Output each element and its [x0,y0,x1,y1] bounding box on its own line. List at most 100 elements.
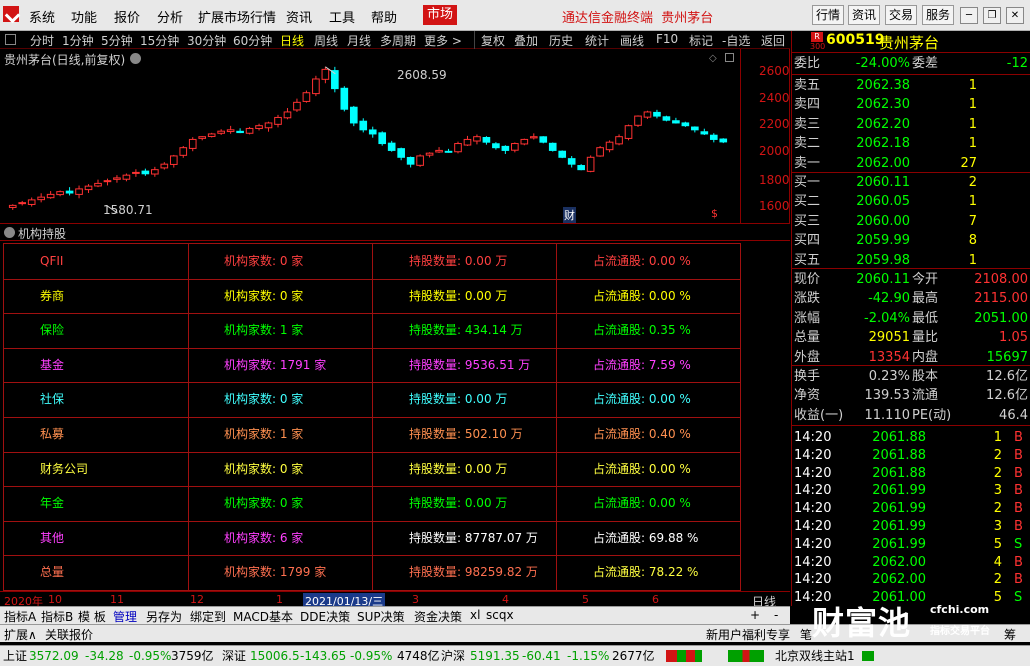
tab-chou[interactable]: 筹 [1004,626,1016,643]
menu-help[interactable]: 帮助 [371,7,397,26]
tool-f10[interactable]: F10 [656,32,678,46]
tick-direction: B [1014,483,1023,499]
tick-price: 2061.99 [872,519,926,534]
minimize-icon[interactable]: ─ [960,7,978,24]
tab-indicator-b[interactable]: 指标B [41,608,73,625]
tick-row: 14:20 2061.99 5 S [792,535,1030,554]
bid-label: 买四 [794,233,821,249]
tab-indicator-a[interactable]: 指标A [4,608,36,625]
tab-related-quotes[interactable]: 关联报价 [45,626,93,643]
period-30min[interactable]: 30分钟 [187,32,226,49]
remove-tab-button[interactable]: - [774,608,778,622]
bid-row[interactable]: 买二 2060.05 1 [792,192,1030,211]
kline-chart-area[interactable]: 贵州茅台(日线,前复权) ◇ 2608.59 1580.71 财 $ 2600 … [0,49,790,223]
period-5min[interactable]: 5分钟 [101,32,133,49]
trade-button[interactable]: 交易 [885,5,917,25]
candle-body [586,156,595,172]
close-icon[interactable]: ✕ [1006,7,1024,24]
tool-self-select[interactable]: -自选 [722,32,750,49]
bid-row[interactable]: 买一 2060.11 2 [792,173,1030,192]
candle-body [359,120,368,131]
tool-history[interactable]: 历史 [549,32,573,49]
ask-volume: 1 [968,97,977,113]
menu-analysis[interactable]: 分析 [157,7,183,26]
tool-back[interactable]: 返回 [761,32,785,49]
candle-body [577,165,585,171]
period-daily[interactable]: 日线 [280,32,304,49]
brand-title: 通达信金融终端 贵州茅台 [562,7,713,26]
time-label: 6 [652,593,659,606]
period-1min[interactable]: 1分钟 [62,32,94,49]
period-multi[interactable]: 多周期 [380,32,416,49]
ask-row[interactable]: 卖五 2062.38 1 [792,76,1030,95]
menu-market[interactable]: 市场 [423,5,458,25]
tick-volume: 3 [993,519,1002,534]
collapse-icon[interactable] [4,227,15,238]
menu-quote[interactable]: 报价 [114,7,140,26]
period-60min[interactable]: 60分钟 [233,32,272,49]
tab-scqx[interactable]: scqx [486,608,514,622]
bid-row[interactable]: 买四 2059.99 8 [792,231,1030,250]
server-label[interactable]: 北京双线主站1 [775,647,855,666]
period-weekly[interactable]: 周线 [314,32,338,49]
tab-template[interactable]: 模 板 [78,608,106,625]
fin-value: 0.23% [868,369,910,384]
candle-body [312,78,320,95]
ask-row[interactable]: 卖四 2062.30 1 [792,95,1030,114]
ask-row[interactable]: 卖三 2062.20 1 [792,115,1030,134]
hq-button[interactable]: 行情 [812,5,844,25]
ask-row[interactable]: 卖一 2062.00 27 [792,154,1030,173]
bid-row[interactable]: 买五 2059.98 1 [792,251,1030,270]
dividend-marker[interactable]: $ [711,207,718,220]
period-fenshi[interactable]: 分时 [30,32,54,49]
tab-dde[interactable]: DDE决策 [300,608,350,625]
news-button[interactable]: 资讯 [848,5,880,25]
tab-fund[interactable]: 资金决策 [414,608,462,625]
tab-xl[interactable]: xl [470,608,480,622]
period-more[interactable]: 更多 > [424,32,462,49]
hs-index-label[interactable]: 沪深 [441,647,465,666]
tab-macd[interactable]: MACD基本 [233,608,293,625]
ask-row[interactable]: 卖二 2062.18 1 [792,134,1030,153]
fin-value: 139.53 [864,388,911,404]
sz-index-label[interactable]: 深证 [222,647,246,666]
tab-bi[interactable]: 笔 [800,626,812,643]
add-tab-button[interactable]: + [750,608,760,622]
sh-index-label[interactable]: 上证 [3,647,27,666]
menu-system[interactable]: 系统 [29,7,55,26]
new-user-promo[interactable]: 新用户福利专享 [706,626,790,643]
tab-expand[interactable]: 扩展∧ [4,626,37,643]
period-monthly[interactable]: 月线 [347,32,371,49]
tab-sup[interactable]: SUP决策 [357,608,405,625]
tab-manage[interactable]: 管理 [113,608,137,625]
candle-body [691,126,699,131]
ask-label: 卖一 [794,155,821,171]
tool-overlay[interactable]: 叠加 [514,32,538,49]
period-15min[interactable]: 15分钟 [140,32,179,49]
stat-label: 最低 [912,310,939,326]
financial-marker[interactable]: 财 [563,207,576,223]
holder-ratio: 占流通股: 0.35 % [593,323,691,337]
tool-fuquan[interactable]: 复权 [481,32,505,49]
menu-tools[interactable]: 工具 [329,7,355,26]
menu-news[interactable]: 资讯 [286,7,312,26]
tick-time: 14:20 [794,447,832,463]
tab-save-as[interactable]: 另存为 [146,608,182,625]
candle-body [207,133,216,137]
tick-price: 2061.88 [872,465,926,481]
service-button[interactable]: 服务 [922,5,954,25]
bid-row[interactable]: 买三 2060.00 7 [792,212,1030,231]
tab-bind-to[interactable]: 绑定到 [190,608,226,625]
market-breadth-bar [666,650,702,662]
tool-mark[interactable]: 标记 [689,32,713,49]
tool-draw[interactable]: 画线 [620,32,644,49]
weicha-label: 委差 [912,56,939,71]
status-bar: 上证 3572.09 -34.28 -0.95% 3759亿 深证 15006.… [0,645,1030,666]
ask-price: 2062.30 [856,97,910,113]
tool-stats[interactable]: 统计 [585,32,609,49]
restore-icon[interactable]: ❐ [983,7,1001,24]
watermark-site: cfchi.com [930,603,990,616]
menu-function[interactable]: 功能 [71,7,97,26]
toolbar-toggle-icon[interactable] [5,34,16,45]
menu-extended-market[interactable]: 扩展市场行情 [198,7,276,26]
